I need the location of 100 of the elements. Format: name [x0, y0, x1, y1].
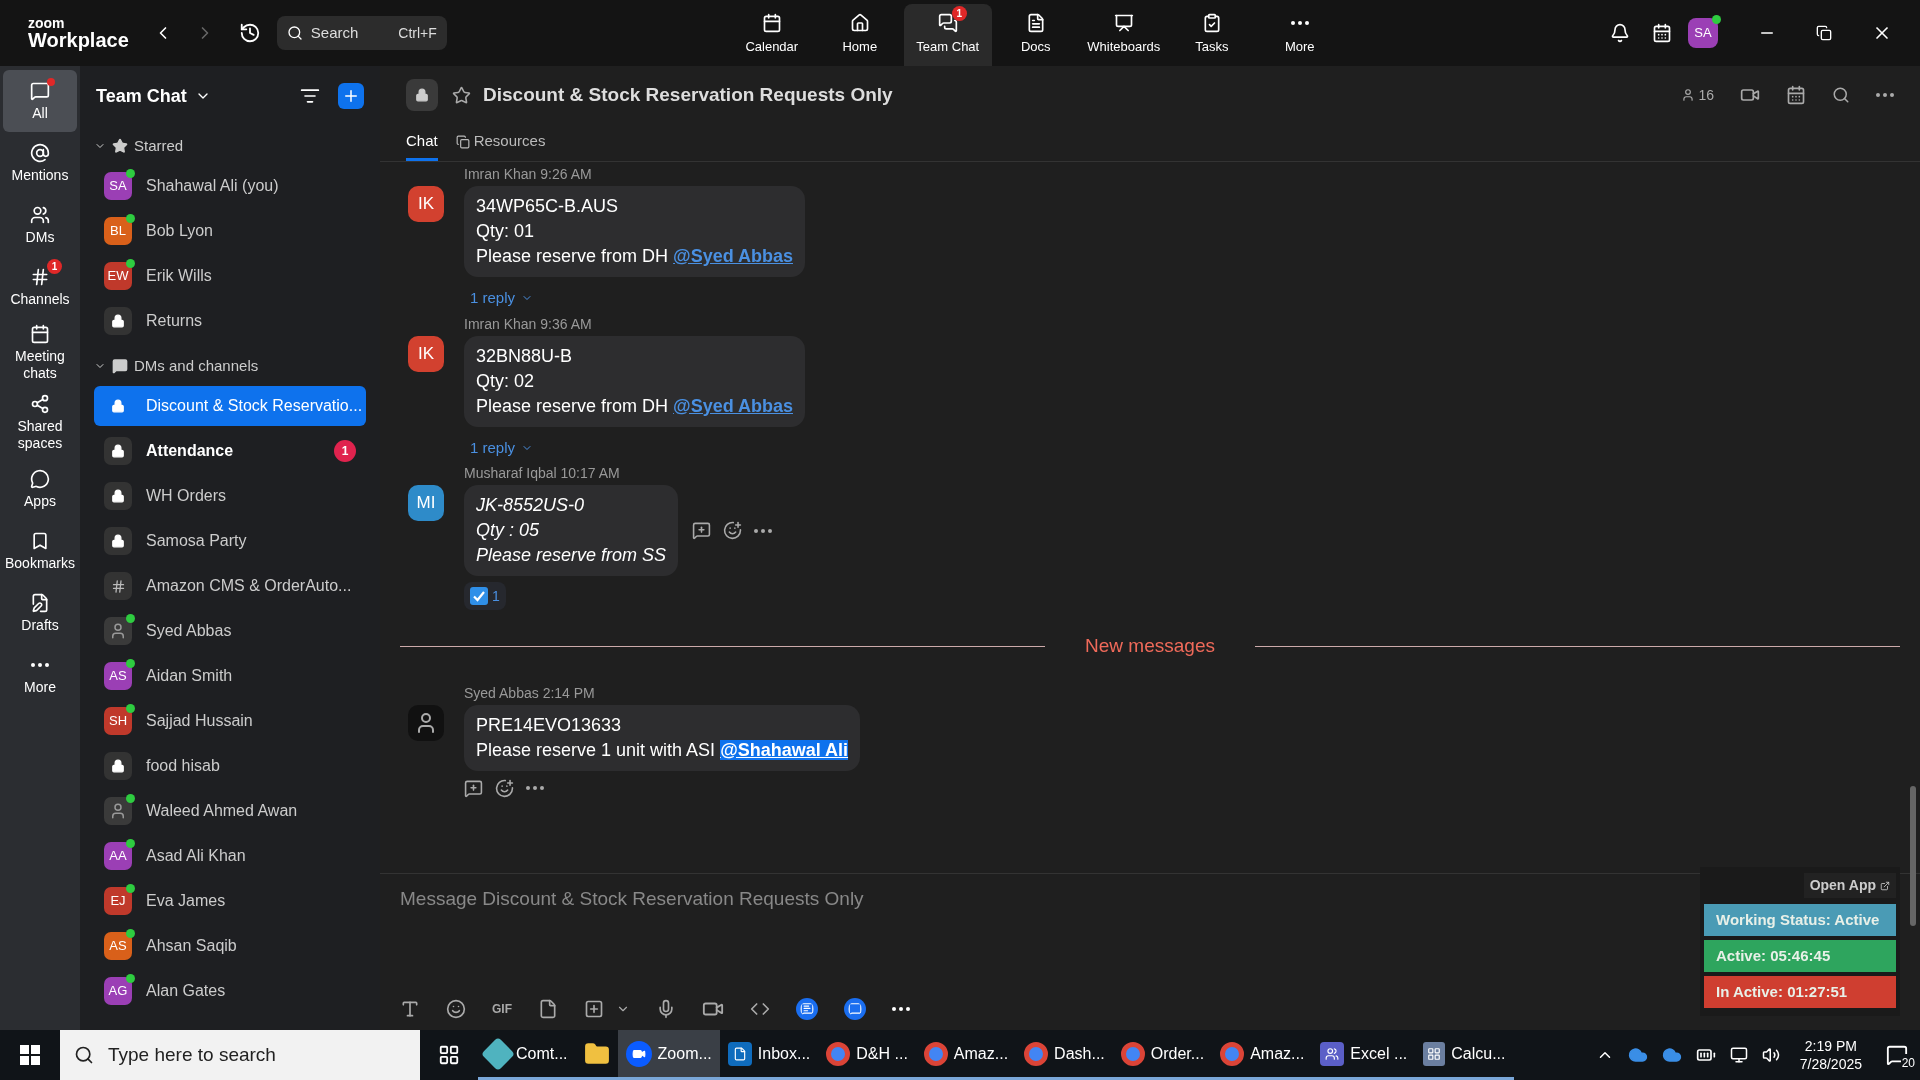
user-avatar[interactable]: SA — [1688, 18, 1718, 48]
app-icon[interactable] — [844, 998, 866, 1020]
volume-icon[interactable] — [1761, 1046, 1780, 1064]
channel-item[interactable]: AA Asad Ali Khan — [94, 836, 366, 876]
clock[interactable]: 2:19 PM 7/28/2025 — [1793, 1037, 1868, 1073]
reply-icon[interactable] — [464, 778, 483, 798]
mention-link[interactable]: @Shahawal Ali — [720, 739, 849, 760]
nav-tab[interactable]: Whiteboards — [1079, 4, 1168, 66]
search-icon[interactable] — [1832, 86, 1850, 104]
taskbar-app[interactable]: D&H ... — [818, 1030, 916, 1080]
nav-tab[interactable]: Team Chat 1 — [903, 4, 992, 66]
channel-item[interactable]: Samosa Party — [94, 521, 366, 561]
gif-button[interactable]: GIF — [492, 1000, 512, 1018]
calendar-icon[interactable] — [1652, 23, 1672, 43]
sender-avatar[interactable]: MI — [408, 485, 444, 521]
restore-icon[interactable] — [1816, 25, 1832, 41]
channel-item[interactable]: Discount & Stock Reservatio... — [94, 386, 366, 426]
channel-item[interactable]: SA Shahawal Ali (you) — [94, 166, 366, 206]
add-reaction-icon[interactable] — [495, 778, 514, 798]
channel-tab[interactable]: Resources — [455, 125, 546, 161]
section-header[interactable]: Starred — [80, 126, 380, 166]
rail-item[interactable]: Meeting chats — [3, 318, 77, 388]
rail-item[interactable]: More — [3, 644, 77, 706]
text-format-icon[interactable] — [400, 999, 420, 1019]
search-field[interactable]: Search Ctrl+F — [276, 16, 447, 50]
filter-icon[interactable] — [300, 86, 320, 106]
channel-item[interactable]: BL Bob Lyon — [94, 211, 366, 251]
taskbar-app[interactable]: Zoom... — [617, 1030, 720, 1080]
channel-item[interactable]: food hisab — [94, 746, 366, 786]
open-app-link[interactable]: Open App — [1803, 873, 1896, 898]
app-icon[interactable] — [796, 998, 818, 1020]
rail-item[interactable]: DMs — [3, 194, 77, 256]
mention-link[interactable]: @Syed Abbas — [673, 246, 793, 266]
channel-item[interactable]: Syed Abbas — [94, 611, 366, 651]
nav-tab[interactable]: Calendar — [727, 4, 816, 66]
channel-item[interactable]: AS Ahsan Saqib — [94, 926, 366, 966]
replies-link[interactable]: 1 reply — [470, 287, 534, 310]
history-icon[interactable] — [238, 22, 261, 44]
more-icon[interactable] — [754, 528, 773, 533]
message-time: 2:14 PM — [542, 684, 595, 701]
rail-item[interactable]: Mentions — [3, 132, 77, 194]
nav-tab[interactable]: Docs — [991, 4, 1080, 66]
message-input[interactable]: Message Discount & Stock Reservation Requests Only — [400, 884, 1300, 914]
nav-tab[interactable]: More — [1255, 4, 1344, 66]
rail-item[interactable]: 1 Channels — [3, 256, 77, 318]
taskbar-app[interactable]: Comt... — [478, 1030, 576, 1080]
network-icon[interactable] — [1729, 1046, 1748, 1064]
add-reaction-icon[interactable] — [723, 521, 743, 540]
rail-item[interactable]: Drafts — [3, 582, 77, 644]
cloud-icon[interactable] — [1627, 1045, 1648, 1065]
emoji-icon[interactable] — [446, 999, 466, 1019]
more-icon[interactable] — [892, 1007, 910, 1011]
rail-item[interactable]: Apps — [3, 458, 77, 520]
channel-item[interactable]: Returns — [94, 301, 366, 341]
channel-item[interactable]: WH Orders — [94, 476, 366, 516]
nav-tab[interactable]: Home — [815, 4, 904, 66]
microphone-icon[interactable] — [656, 999, 676, 1019]
sender-avatar[interactable]: IK — [408, 335, 444, 372]
channel-item[interactable]: AG Alan Gates — [94, 971, 366, 1011]
task-view-icon[interactable] — [438, 1044, 460, 1066]
channel-tab[interactable]: Chat — [406, 125, 438, 161]
reaction-chip[interactable]: 1 — [464, 582, 506, 610]
taskbar-app[interactable]: Inbox... — [719, 1030, 819, 1080]
more-icon[interactable] — [526, 786, 544, 790]
calendar-icon[interactable] — [1786, 85, 1806, 105]
cloud-icon[interactable] — [1661, 1045, 1682, 1065]
taskbar-app[interactable]: Excel ... — [1312, 1030, 1416, 1080]
taskbar-app[interactable]: Dash... — [1016, 1030, 1113, 1080]
more-icon[interactable] — [1876, 93, 1894, 97]
taskbar-app[interactable]: Calcu... — [1415, 1030, 1514, 1080]
channel-item[interactable]: Amazon CMS & OrderAuto... — [94, 566, 366, 606]
scrollbar-thumb[interactable] — [1910, 786, 1916, 926]
status-row: Working Status: Active — [1704, 904, 1896, 936]
reply-icon[interactable] — [692, 521, 712, 540]
taskbar-app[interactable]: Order... — [1112, 1030, 1213, 1080]
photo-placeholder[interactable] — [408, 704, 444, 741]
taskbar-app[interactable]: Amaz... — [915, 1030, 1017, 1080]
taskbar-search-field[interactable]: Type here to search — [60, 1030, 420, 1080]
rail-item[interactable]: Shared spaces — [3, 388, 77, 458]
nav-tab[interactable]: Tasks — [1167, 4, 1256, 66]
new-chat-button[interactable] — [338, 83, 364, 109]
channel-item[interactable]: SH Sajjad Hussain — [94, 701, 366, 741]
members-count[interactable]: 16 — [1681, 84, 1714, 106]
channel-item[interactable]: Waleed Ahmed Awan — [94, 791, 366, 831]
sender-avatar[interactable]: IK — [408, 186, 444, 222]
file-icon[interactable] — [538, 999, 558, 1019]
panel-title[interactable]: Team Chat — [96, 82, 187, 110]
channel-item[interactable]: AS Aidan Smith — [94, 656, 366, 696]
notifications-icon[interactable] — [1610, 23, 1630, 43]
channel-item[interactable]: Attendance 1 — [94, 431, 366, 471]
rail-item[interactable]: All — [3, 70, 77, 132]
section-header[interactable]: DMs and channels — [80, 346, 380, 386]
replies-link[interactable]: 1 reply — [470, 436, 534, 459]
mention-link[interactable]: @Syed Abbas — [673, 395, 793, 416]
star-icon[interactable] — [452, 85, 471, 105]
channel-item[interactable]: EJ Eva James — [94, 881, 366, 921]
taskbar-app[interactable]: Amaz... — [1212, 1030, 1313, 1080]
channel-item[interactable]: EW Erik Wills — [94, 256, 366, 296]
screenshot-icon[interactable] — [584, 999, 604, 1019]
rail-item[interactable]: Bookmarks — [3, 520, 77, 582]
